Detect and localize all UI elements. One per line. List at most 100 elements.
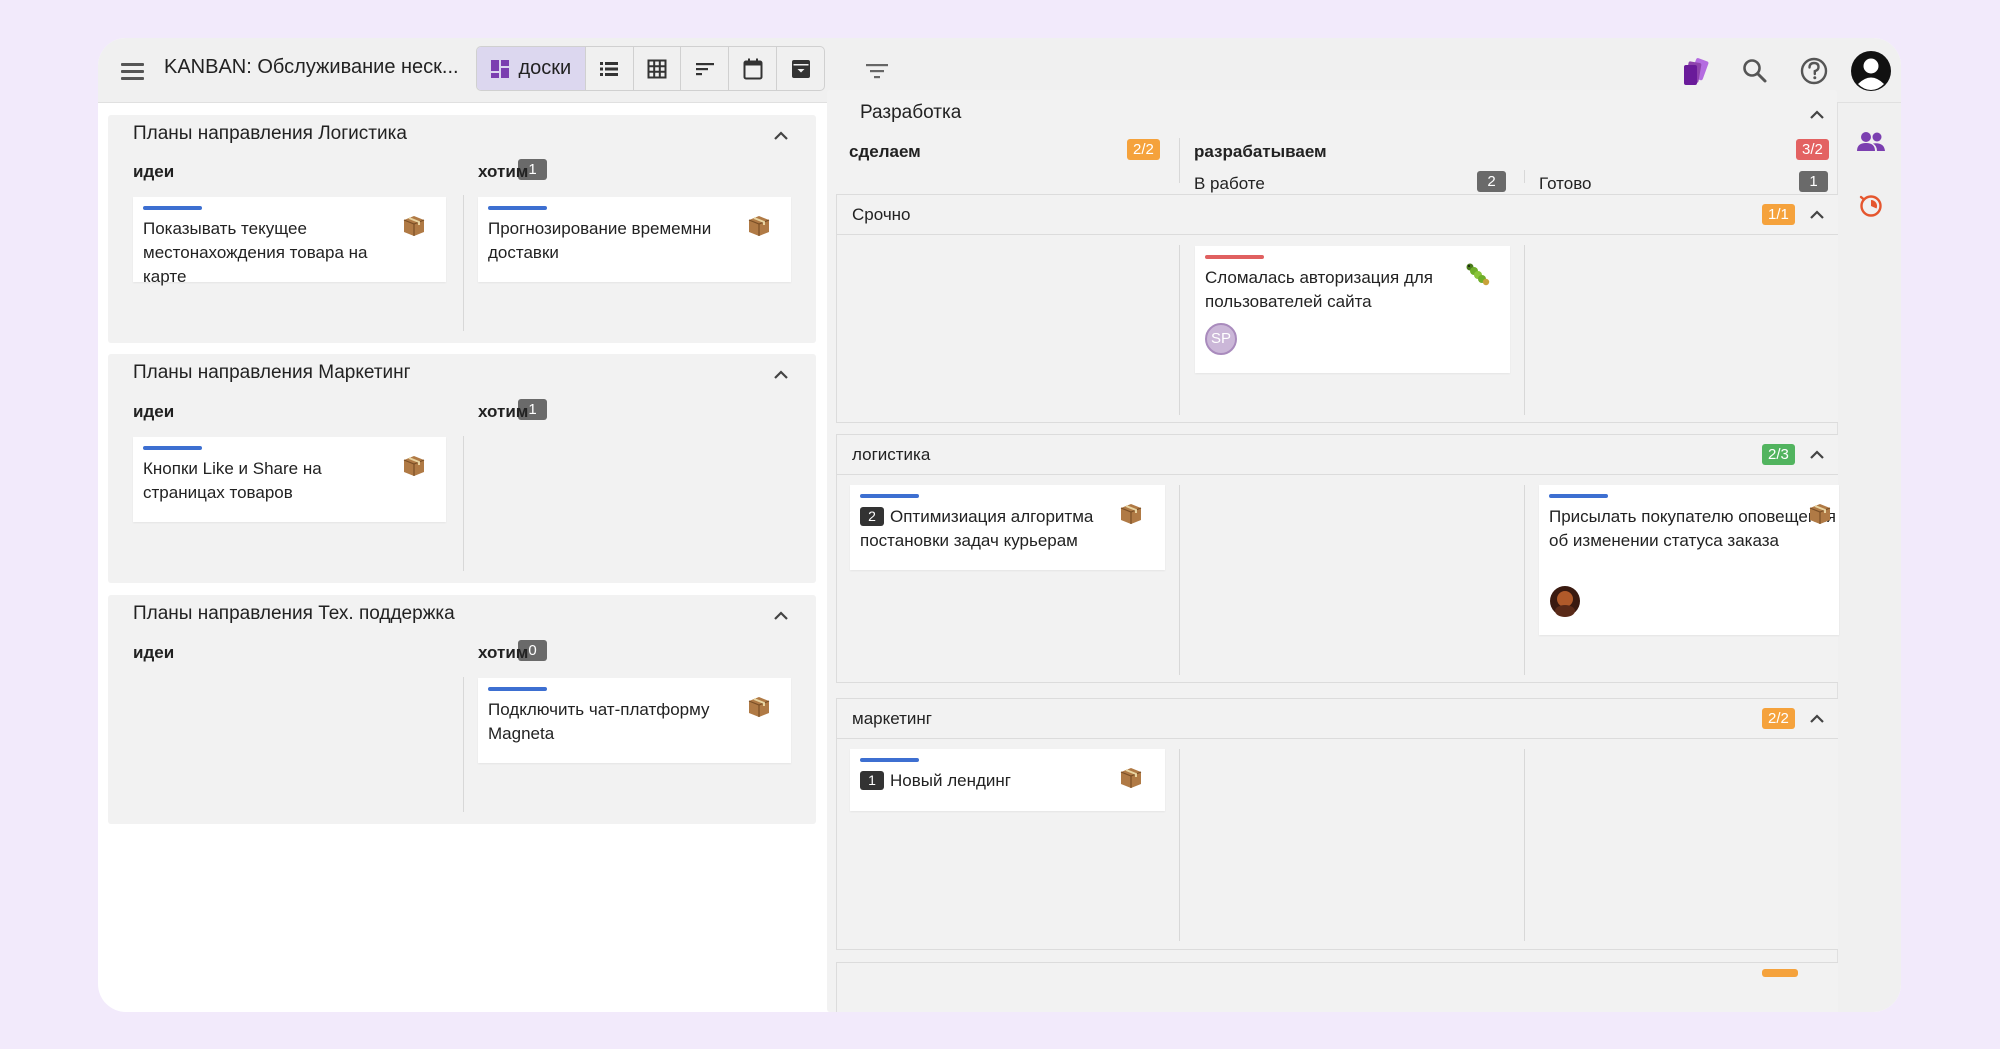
task-card[interactable]: Показывать текущее местонахождения товар… xyxy=(133,197,446,286)
section-title: Планы направления Тех. поддержка xyxy=(133,603,455,624)
archive-icon xyxy=(791,59,810,78)
section-title: Планы направления Маркетинг xyxy=(133,362,411,383)
bug-icon xyxy=(1466,263,1490,286)
task-card[interactable]: Присылать покупателю оповещения об измен… xyxy=(1539,485,1839,635)
column-divider xyxy=(1179,749,1180,941)
column-divider xyxy=(463,677,464,812)
task-card[interactable]: 2 Оптимизиация алгоритма постановки задач… xyxy=(850,485,1165,570)
view-table-button[interactable] xyxy=(632,47,681,90)
dev-board: Разработка сделаем 2/2 разрабатываем 3/2… xyxy=(827,90,1839,1012)
swimlane-header[interactable]: маркетинг 2/2 xyxy=(837,699,1838,739)
column-divider xyxy=(1524,170,1525,183)
box-icon xyxy=(1120,504,1142,524)
view-boards-button[interactable]: доски xyxy=(477,47,585,90)
column-divider xyxy=(1179,245,1180,415)
avatar[interactable]: SP xyxy=(1205,323,1237,355)
subcolumn-count: 2 xyxy=(1477,171,1506,192)
column-divider xyxy=(1179,485,1180,675)
column-divider xyxy=(1179,138,1180,183)
collapse-chevron-icon[interactable] xyxy=(1807,105,1827,125)
menu-icon[interactable] xyxy=(118,56,148,86)
card-text: Показывать текущее местонахождения товар… xyxy=(143,219,368,286)
task-card[interactable]: 1 Новый лендинг xyxy=(850,749,1165,811)
column-divider xyxy=(1524,485,1525,675)
column-header-want: хотим xyxy=(478,643,529,662)
swimlane-title: Срочно xyxy=(852,205,911,224)
column-divider xyxy=(1524,245,1525,415)
timer-icon[interactable] xyxy=(1858,191,1884,219)
swimlane-title: логистика xyxy=(852,445,931,464)
section-logistics: Планы направления Логистика идеи 1 хотим… xyxy=(108,115,892,343)
column-header-ideas: идеи xyxy=(133,162,175,181)
priority-bar xyxy=(1549,494,1608,498)
wip-count xyxy=(1762,969,1798,977)
swimlane-header[interactable]: Срочно 1/1 xyxy=(837,195,1838,235)
box-icon xyxy=(1120,768,1142,788)
collapse-chevron-icon[interactable] xyxy=(1807,205,1827,225)
card-text: 1 Новый лендинг xyxy=(860,769,1120,793)
card-text: Подключить чат-платформу Magneta xyxy=(488,700,710,743)
collapse-chevron-icon[interactable] xyxy=(771,126,791,146)
column-divider xyxy=(463,436,464,571)
column-count: 1 xyxy=(1799,171,1828,192)
swimlane-marketing: маркетинг 2/2 1 Новый лендинг xyxy=(836,698,1838,950)
column-header-doing: разрабатываем xyxy=(1194,142,1327,161)
view-boards-label: доски xyxy=(518,57,572,79)
list-icon xyxy=(600,61,619,76)
search-icon[interactable] xyxy=(1738,54,1772,88)
box-icon xyxy=(1809,504,1831,524)
board-title: KANBAN: Обслуживание неск... xyxy=(164,56,459,78)
card-title: Новый лендинг xyxy=(890,771,1011,790)
box-icon xyxy=(403,456,425,476)
view-calendar-button[interactable] xyxy=(728,47,776,90)
view-sort-button[interactable] xyxy=(680,47,728,90)
priority-bar xyxy=(488,206,547,210)
column-divider xyxy=(463,195,464,331)
subcolumn-in-progress: В работе xyxy=(1194,174,1265,193)
right-rail xyxy=(1837,103,1901,1012)
box-icon xyxy=(403,216,425,236)
card-text: Сломалась авторизация для пользователей … xyxy=(1205,268,1434,311)
collapse-chevron-icon[interactable] xyxy=(771,365,791,385)
filter-button[interactable] xyxy=(862,56,892,86)
priority-bar xyxy=(488,687,547,691)
box-icon xyxy=(748,697,770,717)
wip-count: 3/2 xyxy=(1796,139,1829,160)
collapse-chevron-icon[interactable] xyxy=(1807,445,1827,465)
boards-icon xyxy=(491,59,510,78)
swimlane-header[interactable]: логистика 2/3 xyxy=(837,435,1838,475)
priority-bar xyxy=(143,446,202,450)
sort-icon xyxy=(695,62,714,75)
task-card[interactable]: Подключить чат-платформу Magneta xyxy=(478,678,791,763)
section-title: Планы направления Логистика xyxy=(133,123,407,144)
section-support: Планы направления Тех. поддержка идеи 0 … xyxy=(108,595,892,824)
wip-count: 2/2 xyxy=(1127,139,1160,160)
column-header-want: хотим xyxy=(478,402,529,421)
view-archive-button[interactable] xyxy=(776,47,824,90)
view-switcher: доски xyxy=(476,46,825,91)
collapse-chevron-icon[interactable] xyxy=(1807,709,1827,729)
task-card[interactable]: Кнопки Like и Share на страницах товаров xyxy=(133,437,446,522)
cards-logo-icon[interactable] xyxy=(1679,54,1713,88)
priority-bar xyxy=(860,494,919,498)
task-card[interactable]: Прогнозирование времемни доставки xyxy=(478,197,791,282)
column-header-todo: сделаем xyxy=(849,142,921,161)
avatar[interactable] xyxy=(1549,585,1581,617)
card-text: Присылать покупателю оповещения об измен… xyxy=(1549,507,1836,550)
swimlane-logistics: логистика 2/3 2 Оптимизиация алгоритма по… xyxy=(836,434,1839,683)
user-avatar-icon[interactable] xyxy=(1850,50,1892,92)
card-text: Кнопки Like и Share на страницах товаров xyxy=(143,459,322,502)
subtask-count-badge: 2 xyxy=(860,507,884,526)
task-card[interactable]: Сломалась авторизация для пользователей … xyxy=(1195,246,1510,373)
priority-bar xyxy=(143,206,202,210)
view-list-button[interactable] xyxy=(584,47,633,90)
section-marketing: Планы направления Маркетинг идеи 1 хотим… xyxy=(108,354,892,583)
swimlane-next xyxy=(836,962,1838,1012)
people-icon[interactable] xyxy=(1856,130,1886,154)
column-header-ideas: идеи xyxy=(133,402,175,421)
help-icon[interactable] xyxy=(1797,54,1831,88)
priority-bar xyxy=(1205,255,1264,259)
card-title: Оптимизиация алгоритма постановки задач … xyxy=(860,507,1094,550)
calendar-icon xyxy=(743,58,763,79)
collapse-chevron-icon[interactable] xyxy=(771,606,791,626)
